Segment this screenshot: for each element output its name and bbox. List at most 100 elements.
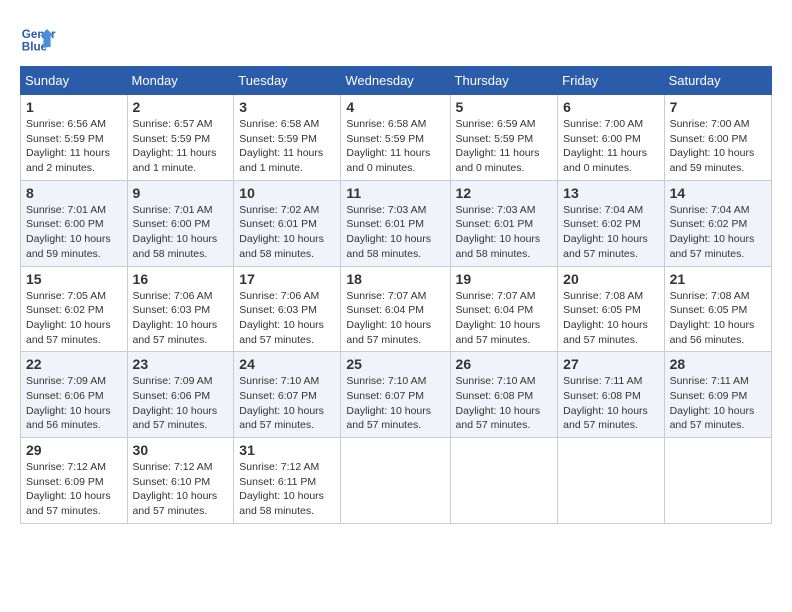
day-number: 1	[26, 99, 122, 115]
calendar-day-cell: 2 Sunrise: 6:57 AMSunset: 5:59 PMDayligh…	[127, 95, 234, 181]
day-number: 5	[456, 99, 553, 115]
calendar-day-cell	[450, 438, 558, 524]
calendar-day-cell: 4 Sunrise: 6:58 AMSunset: 5:59 PMDayligh…	[341, 95, 450, 181]
day-number: 10	[239, 185, 335, 201]
weekday-header-cell: Thursday	[450, 67, 558, 95]
calendar-day-cell: 21 Sunrise: 7:08 AMSunset: 6:05 PMDaylig…	[664, 266, 771, 352]
day-info: Sunrise: 7:09 AMSunset: 6:06 PMDaylight:…	[26, 375, 111, 431]
day-info: Sunrise: 7:02 AMSunset: 6:01 PMDaylight:…	[239, 204, 324, 260]
calendar-day-cell: 22 Sunrise: 7:09 AMSunset: 6:06 PMDaylig…	[21, 352, 128, 438]
calendar-day-cell: 23 Sunrise: 7:09 AMSunset: 6:06 PMDaylig…	[127, 352, 234, 438]
day-number: 23	[133, 356, 229, 372]
day-number: 6	[563, 99, 658, 115]
calendar-day-cell: 11 Sunrise: 7:03 AMSunset: 6:01 PMDaylig…	[341, 180, 450, 266]
weekday-header-row: SundayMondayTuesdayWednesdayThursdayFrid…	[21, 67, 772, 95]
calendar-week-row: 22 Sunrise: 7:09 AMSunset: 6:06 PMDaylig…	[21, 352, 772, 438]
calendar-week-row: 29 Sunrise: 7:12 AMSunset: 6:09 PMDaylig…	[21, 438, 772, 524]
calendar-day-cell: 30 Sunrise: 7:12 AMSunset: 6:10 PMDaylig…	[127, 438, 234, 524]
day-info: Sunrise: 7:03 AMSunset: 6:01 PMDaylight:…	[456, 204, 541, 260]
day-number: 3	[239, 99, 335, 115]
day-number: 11	[346, 185, 444, 201]
calendar-day-cell	[558, 438, 664, 524]
day-number: 27	[563, 356, 658, 372]
day-info: Sunrise: 7:10 AMSunset: 6:07 PMDaylight:…	[346, 375, 431, 431]
day-info: Sunrise: 6:58 AMSunset: 5:59 PMDaylight:…	[239, 118, 323, 174]
calendar-day-cell: 6 Sunrise: 7:00 AMSunset: 6:00 PMDayligh…	[558, 95, 664, 181]
logo-icon: General Blue	[20, 20, 56, 56]
calendar-day-cell: 1 Sunrise: 6:56 AMSunset: 5:59 PMDayligh…	[21, 95, 128, 181]
day-info: Sunrise: 7:09 AMSunset: 6:06 PMDaylight:…	[133, 375, 218, 431]
day-info: Sunrise: 7:04 AMSunset: 6:02 PMDaylight:…	[563, 204, 648, 260]
day-info: Sunrise: 6:57 AMSunset: 5:59 PMDaylight:…	[133, 118, 217, 174]
calendar-day-cell: 25 Sunrise: 7:10 AMSunset: 6:07 PMDaylig…	[341, 352, 450, 438]
weekday-header-cell: Monday	[127, 67, 234, 95]
day-info: Sunrise: 7:11 AMSunset: 6:08 PMDaylight:…	[563, 375, 648, 431]
day-info: Sunrise: 7:12 AMSunset: 6:09 PMDaylight:…	[26, 461, 111, 517]
day-number: 21	[670, 271, 766, 287]
calendar-day-cell	[664, 438, 771, 524]
weekday-header-cell: Friday	[558, 67, 664, 95]
logo: General Blue	[20, 20, 60, 56]
day-number: 16	[133, 271, 229, 287]
day-info: Sunrise: 6:59 AMSunset: 5:59 PMDaylight:…	[456, 118, 540, 174]
calendar-day-cell: 3 Sunrise: 6:58 AMSunset: 5:59 PMDayligh…	[234, 95, 341, 181]
day-number: 7	[670, 99, 766, 115]
calendar-day-cell: 19 Sunrise: 7:07 AMSunset: 6:04 PMDaylig…	[450, 266, 558, 352]
day-number: 12	[456, 185, 553, 201]
weekday-header-cell: Saturday	[664, 67, 771, 95]
calendar-day-cell: 12 Sunrise: 7:03 AMSunset: 6:01 PMDaylig…	[450, 180, 558, 266]
day-number: 22	[26, 356, 122, 372]
day-info: Sunrise: 7:11 AMSunset: 6:09 PMDaylight:…	[670, 375, 755, 431]
day-number: 2	[133, 99, 229, 115]
day-info: Sunrise: 7:08 AMSunset: 6:05 PMDaylight:…	[670, 290, 755, 346]
day-number: 29	[26, 442, 122, 458]
calendar-day-cell: 13 Sunrise: 7:04 AMSunset: 6:02 PMDaylig…	[558, 180, 664, 266]
day-number: 18	[346, 271, 444, 287]
day-info: Sunrise: 7:07 AMSunset: 6:04 PMDaylight:…	[346, 290, 431, 346]
day-number: 30	[133, 442, 229, 458]
day-number: 13	[563, 185, 658, 201]
day-info: Sunrise: 7:10 AMSunset: 6:07 PMDaylight:…	[239, 375, 324, 431]
day-number: 31	[239, 442, 335, 458]
calendar-day-cell: 24 Sunrise: 7:10 AMSunset: 6:07 PMDaylig…	[234, 352, 341, 438]
weekday-header-cell: Tuesday	[234, 67, 341, 95]
calendar-day-cell: 9 Sunrise: 7:01 AMSunset: 6:00 PMDayligh…	[127, 180, 234, 266]
day-info: Sunrise: 7:08 AMSunset: 6:05 PMDaylight:…	[563, 290, 648, 346]
calendar-day-cell: 17 Sunrise: 7:06 AMSunset: 6:03 PMDaylig…	[234, 266, 341, 352]
day-info: Sunrise: 7:04 AMSunset: 6:02 PMDaylight:…	[670, 204, 755, 260]
day-info: Sunrise: 7:03 AMSunset: 6:01 PMDaylight:…	[346, 204, 431, 260]
calendar-day-cell: 26 Sunrise: 7:10 AMSunset: 6:08 PMDaylig…	[450, 352, 558, 438]
day-number: 20	[563, 271, 658, 287]
calendar-day-cell: 18 Sunrise: 7:07 AMSunset: 6:04 PMDaylig…	[341, 266, 450, 352]
calendar-day-cell: 8 Sunrise: 7:01 AMSunset: 6:00 PMDayligh…	[21, 180, 128, 266]
day-info: Sunrise: 7:12 AMSunset: 6:10 PMDaylight:…	[133, 461, 218, 517]
day-info: Sunrise: 7:07 AMSunset: 6:04 PMDaylight:…	[456, 290, 541, 346]
day-number: 14	[670, 185, 766, 201]
calendar-day-cell: 7 Sunrise: 7:00 AMSunset: 6:00 PMDayligh…	[664, 95, 771, 181]
calendar-day-cell: 5 Sunrise: 6:59 AMSunset: 5:59 PMDayligh…	[450, 95, 558, 181]
day-info: Sunrise: 7:01 AMSunset: 6:00 PMDaylight:…	[133, 204, 218, 260]
calendar-day-cell: 14 Sunrise: 7:04 AMSunset: 6:02 PMDaylig…	[664, 180, 771, 266]
day-info: Sunrise: 6:58 AMSunset: 5:59 PMDaylight:…	[346, 118, 430, 174]
weekday-header-cell: Wednesday	[341, 67, 450, 95]
page-header: General Blue	[20, 20, 772, 56]
day-info: Sunrise: 7:06 AMSunset: 6:03 PMDaylight:…	[239, 290, 324, 346]
day-number: 19	[456, 271, 553, 287]
calendar-day-cell: 16 Sunrise: 7:06 AMSunset: 6:03 PMDaylig…	[127, 266, 234, 352]
calendar-body: 1 Sunrise: 6:56 AMSunset: 5:59 PMDayligh…	[21, 95, 772, 524]
weekday-header-cell: Sunday	[21, 67, 128, 95]
day-number: 15	[26, 271, 122, 287]
calendar-day-cell: 20 Sunrise: 7:08 AMSunset: 6:05 PMDaylig…	[558, 266, 664, 352]
day-number: 28	[670, 356, 766, 372]
day-number: 8	[26, 185, 122, 201]
day-number: 25	[346, 356, 444, 372]
calendar-day-cell: 15 Sunrise: 7:05 AMSunset: 6:02 PMDaylig…	[21, 266, 128, 352]
day-info: Sunrise: 7:01 AMSunset: 6:00 PMDaylight:…	[26, 204, 111, 260]
day-number: 26	[456, 356, 553, 372]
calendar-table: SundayMondayTuesdayWednesdayThursdayFrid…	[20, 66, 772, 524]
day-info: Sunrise: 7:06 AMSunset: 6:03 PMDaylight:…	[133, 290, 218, 346]
day-number: 4	[346, 99, 444, 115]
day-info: Sunrise: 6:56 AMSunset: 5:59 PMDaylight:…	[26, 118, 110, 174]
calendar-day-cell: 31 Sunrise: 7:12 AMSunset: 6:11 PMDaylig…	[234, 438, 341, 524]
day-number: 9	[133, 185, 229, 201]
